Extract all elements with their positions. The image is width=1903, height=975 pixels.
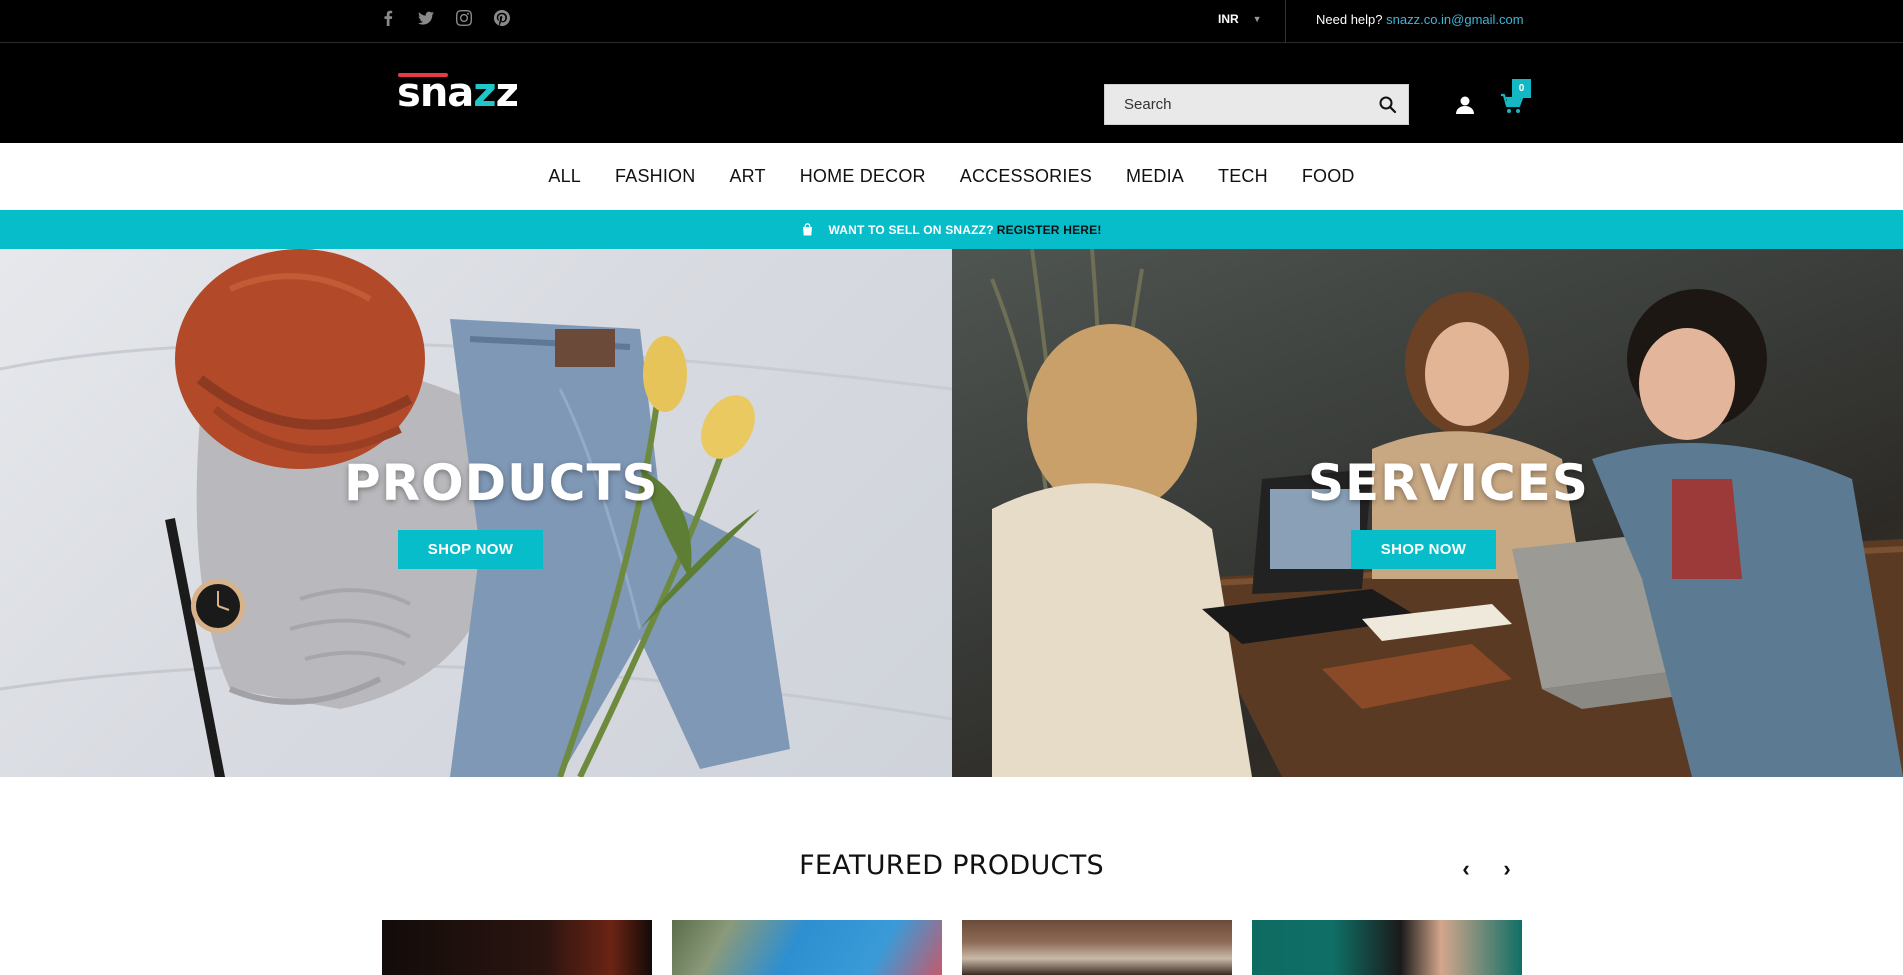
main-header: snazz 0 <box>0 43 1903 143</box>
product-card[interactable] <box>672 920 942 975</box>
site-logo[interactable]: snazz <box>397 71 519 115</box>
products-image <box>0 249 952 777</box>
services-title: SERVICES <box>1308 454 1589 512</box>
pinterest-icon[interactable] <box>493 9 532 30</box>
hero-section: PRODUCTS SHOP NOW SERVICES SHOP NOW <box>0 249 1903 777</box>
nav-item-food[interactable]: FOOD <box>1285 166 1372 187</box>
search-icon[interactable] <box>1378 95 1398 115</box>
nav-item-art[interactable]: ART <box>712 166 782 187</box>
product-card[interactable] <box>1252 920 1522 975</box>
twitter-icon[interactable] <box>418 10 456 30</box>
register-link[interactable]: REGISTER HERE! <box>997 223 1102 237</box>
top-bar: INR ▼ Need help? snazz.co.in@gmail.com <box>0 0 1903 43</box>
promo-text: WANT TO SELL ON SNAZZ? <box>828 222 994 237</box>
help-contact: Need help? snazz.co.in@gmail.com <box>1316 12 1524 27</box>
shop-services-button[interactable]: SHOP NOW <box>1351 530 1496 569</box>
user-account-icon[interactable] <box>1454 94 1476 116</box>
featured-products-heading: FEATURED PRODUCTS <box>799 850 1104 881</box>
shopping-bag-icon <box>803 223 813 236</box>
shop-products-button[interactable]: SHOP NOW <box>398 530 543 569</box>
seller-promo-banner[interactable]: WANT TO SELL ON SNAZZ? REGISTER HERE! <box>0 210 1903 249</box>
caret-down-icon: ▼ <box>1252 14 1262 24</box>
nav-item-tech[interactable]: TECH <box>1201 166 1285 187</box>
cart-count-badge: 0 <box>1512 79 1531 98</box>
help-email-link[interactable]: snazz.co.in@gmail.com <box>1386 12 1523 27</box>
services-panel: SERVICES SHOP NOW <box>952 249 1903 777</box>
nav-item-all[interactable]: ALL <box>531 166 598 187</box>
nav-item-accessories[interactable]: ACCESSORIES <box>943 166 1109 187</box>
nav-item-home-decor[interactable]: HOME DECOR <box>783 166 943 187</box>
carousel-next-button[interactable]: › <box>1497 858 1517 880</box>
search-box <box>1104 84 1409 125</box>
currency-selector[interactable]: INR ▼ <box>1218 12 1262 26</box>
products-panel: PRODUCTS SHOP NOW <box>0 249 952 777</box>
logo-text: snazz <box>397 70 519 116</box>
products-title: PRODUCTS <box>344 454 659 512</box>
currency-label: INR <box>1218 12 1239 26</box>
carousel-prev-button[interactable]: ‹ <box>1456 858 1476 880</box>
help-label: Need help? <box>1316 12 1383 27</box>
nav-item-media[interactable]: MEDIA <box>1109 166 1201 187</box>
services-image <box>990 249 1903 777</box>
instagram-icon[interactable] <box>456 10 494 30</box>
featured-products-carousel <box>382 920 1522 975</box>
topbar-divider <box>1285 0 1286 43</box>
facebook-icon[interactable] <box>380 10 418 30</box>
search-input[interactable] <box>1105 85 1365 124</box>
category-nav: ALL FASHION ART HOME DECOR ACCESSORIES MEDIA T… <box>0 143 1903 210</box>
product-card[interactable] <box>962 920 1232 975</box>
social-links <box>380 9 532 30</box>
product-card[interactable] <box>382 920 652 975</box>
nav-item-fashion[interactable]: FASHION <box>598 166 712 187</box>
